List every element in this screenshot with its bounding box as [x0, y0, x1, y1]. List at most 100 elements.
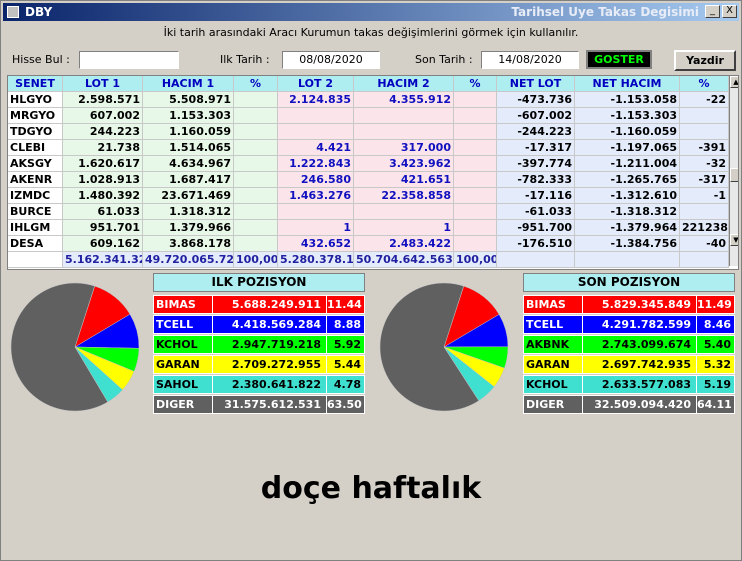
grid-cell: [278, 124, 354, 140]
title-bar[interactable]: DBY Tarihsel Uye Takas Degisimi _ X: [3, 3, 739, 21]
minimize-button[interactable]: _: [705, 5, 720, 18]
grid-cell: DESA: [8, 236, 63, 252]
grid-cell: 1.028.913: [63, 172, 143, 188]
table-row[interactable]: BURCE 61.033 1.318.312 -61.033 -1.318.312: [8, 204, 729, 220]
position-percent: 63.50: [326, 396, 364, 413]
position-symbol: TCELL: [526, 318, 564, 331]
position-percent: 11.44: [326, 296, 364, 313]
grid-cell: 951.701: [63, 220, 143, 236]
search-input[interactable]: [79, 51, 179, 69]
hint-text: İki tarih arasındaki Aracı Kurumun takas…: [163, 26, 579, 39]
son-position-title: SON POZISYON: [523, 273, 735, 292]
grid-cell: 1: [354, 220, 454, 236]
grid-cell: [234, 140, 278, 156]
position-percent: 5.40: [696, 336, 734, 353]
overlay-note: doçe haftalık: [260, 471, 482, 506]
scroll-up-icon[interactable]: ▲: [730, 76, 738, 88]
app-name: DBY: [25, 5, 53, 19]
scroll-thumb[interactable]: [730, 168, 738, 182]
table-row[interactable]: TDGYO 244.223 1.160.059 -244.223 -1.160.059: [8, 124, 729, 140]
position-value: 2.697.742.935: [582, 356, 694, 373]
grid-cell: [354, 108, 454, 124]
column-header[interactable]: SENET: [8, 76, 63, 92]
grid-cell: [234, 108, 278, 124]
print-button[interactable]: Yazdir: [674, 50, 736, 71]
grid-cell: 607.002: [63, 108, 143, 124]
grid-cell: 3.868.178: [143, 236, 234, 252]
position-row: KCHOL 2.633.577.083 5.19: [523, 375, 735, 394]
data-grid[interactable]: SENET LOT 1 HACIM 1% LOT 2 HACIM 2% NET LOT NE…: [7, 75, 739, 270]
table-row[interactable]: HLGYO 2.598.571 5.508.971 2.124.835 4.355.91…: [8, 92, 729, 108]
grid-cell: 1.687.417: [143, 172, 234, 188]
column-header[interactable]: NET HACIM: [575, 76, 680, 92]
grid-cell: 1.222.843: [278, 156, 354, 172]
column-header[interactable]: NET LOT: [497, 76, 575, 92]
grid-cell: -61.033: [497, 204, 575, 220]
table-row[interactable]: AKENR 1.028.913 1.687.417 246.580 421.651 -78…: [8, 172, 729, 188]
position-value: 5.688.249.911: [212, 296, 324, 313]
grid-cell: 421.651: [354, 172, 454, 188]
grid-cell: 3.423.962: [354, 156, 454, 172]
position-row: BIMAS 5.829.345.849 11.49: [523, 295, 735, 314]
table-row[interactable]: AKSGY 1.620.617 4.634.967 1.222.843 3.423.96…: [8, 156, 729, 172]
app-window: DBY Tarihsel Uye Takas Degisimi _ X İki …: [0, 0, 742, 561]
column-header[interactable]: LOT 2: [278, 76, 354, 92]
grid-cell: 22.358.858: [354, 188, 454, 204]
column-header[interactable]: %: [234, 76, 278, 92]
grid-cell: -1.211.004: [575, 156, 680, 172]
grid-cell: -22: [680, 92, 729, 108]
grid-cell: 4.634.967: [143, 156, 234, 172]
grid-header-row[interactable]: SENET LOT 1 HACIM 1% LOT 2 HACIM 2% NET LOT NE…: [8, 76, 729, 92]
grid-cell: -397.774: [497, 156, 575, 172]
grid-cell: -176.510: [497, 236, 575, 252]
grid-cell: [234, 92, 278, 108]
table-row[interactable]: CLEBI 21.738 1.514.065 4.421 317.000 -17.317-…: [8, 140, 729, 156]
column-header[interactable]: HACIM 1: [143, 76, 234, 92]
end-date-field[interactable]: 14/08/2020: [481, 51, 579, 69]
position-value: 2.947.719.218: [212, 336, 324, 353]
column-header[interactable]: %: [680, 76, 729, 92]
grid-cell: -1.379.964: [575, 220, 680, 236]
grid-cell: [575, 252, 680, 268]
table-row[interactable]: IHLGM 951.701 1.379.966 1 1 -951.700 -1.379.96…: [8, 220, 729, 236]
grid-cell: CLEBI: [8, 140, 63, 156]
column-header[interactable]: HACIM 2: [354, 76, 454, 92]
grid-cell: 432.652: [278, 236, 354, 252]
vertical-scrollbar[interactable]: ▲ ▼: [729, 76, 738, 266]
table-row[interactable]: MRGYO 607.002 1.153.303 -607.002 -1.153.303: [8, 108, 729, 124]
position-symbol: TCELL: [156, 318, 194, 331]
grid-cell: -1.318.312: [575, 204, 680, 220]
column-header[interactable]: LOT 1: [63, 76, 143, 92]
son-pie-chart: [379, 282, 509, 412]
start-date-field[interactable]: 08/08/2020: [282, 51, 380, 69]
table-row[interactable]: IZMDC 1.480.392 23.671.469 1.463.276 22.358.…: [8, 188, 729, 204]
close-button[interactable]: X: [722, 5, 737, 18]
position-row: AKBNK 2.743.099.674 5.40: [523, 335, 735, 354]
grid-cell: -473.736: [497, 92, 575, 108]
grid-cell: 1.480.392: [63, 188, 143, 204]
position-value: 2.709.272.955: [212, 356, 324, 373]
window-title: Tarihsel Uye Takas Degisimi: [511, 5, 699, 19]
grid-cell: [680, 124, 729, 140]
position-symbol: DIGER: [526, 398, 565, 411]
ilk-position-table: ILK POZISYON BIMAS 5.688.249.911 11.44 TCEL…: [153, 273, 365, 415]
grid-cell: [680, 252, 729, 268]
grid-cell: MRGYO: [8, 108, 63, 124]
search-label: Hisse Bul :: [12, 53, 70, 66]
grid-cell: 1.379.966: [143, 220, 234, 236]
position-value: 2.743.099.674: [582, 336, 694, 353]
table-row[interactable]: DESA 609.162 3.868.178 432.652 2.483.422 -176…: [8, 236, 729, 252]
position-symbol: SAHOL: [156, 378, 199, 391]
grid-cell: [234, 220, 278, 236]
grid-cell: -244.223: [497, 124, 575, 140]
grid-cell: 1.514.065: [143, 140, 234, 156]
grid-cell: -17.116: [497, 188, 575, 204]
show-button[interactable]: GOSTER: [586, 50, 652, 69]
column-header[interactable]: %: [454, 76, 497, 92]
position-value: 32.509.094.420: [582, 396, 694, 413]
ilk-pie-chart: [10, 282, 140, 412]
position-row: GARAN 2.697.742.935 5.32: [523, 355, 735, 374]
totals-row[interactable]: 5.162.341.32749.720.065.722100,005.280.3…: [8, 252, 729, 268]
grid-cell: -607.002: [497, 108, 575, 124]
scroll-down-icon[interactable]: ▼: [730, 234, 738, 246]
